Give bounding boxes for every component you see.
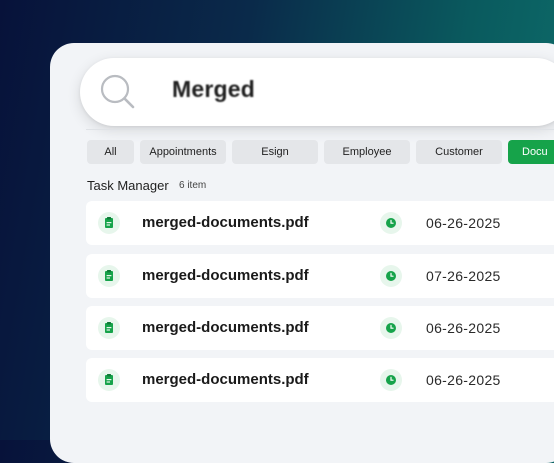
clock-icon (380, 265, 402, 287)
clipboard-file-icon (98, 317, 120, 339)
list-item[interactable]: merged-documents.pdf 07-26-2025 (86, 254, 554, 298)
file-date: 06-26-2025 (426, 320, 501, 336)
clipboard-file-icon (98, 265, 120, 287)
clipboard-file-icon (98, 369, 120, 391)
file-name[interactable]: merged-documents.pdf (142, 371, 309, 388)
clock-icon (380, 212, 402, 234)
file-name[interactable]: merged-documents.pdf (142, 319, 309, 336)
list-item[interactable]: merged-documents.pdf 06-26-2025 (86, 201, 554, 245)
filter-documents[interactable]: Docu (508, 140, 554, 164)
filter-customer[interactable]: Customer (416, 140, 502, 164)
divider (86, 129, 554, 130)
file-name[interactable]: merged-documents.pdf (142, 214, 309, 231)
file-date: 06-26-2025 (426, 215, 501, 231)
clock-icon (380, 317, 402, 339)
search-input[interactable]: Merged (172, 76, 255, 103)
clipboard-file-icon (98, 212, 120, 234)
filter-employee[interactable]: Employee (324, 140, 410, 164)
search-icon[interactable] (98, 72, 138, 112)
section-title: Task Manager (87, 178, 169, 193)
filter-all[interactable]: All (87, 140, 134, 164)
filter-esign[interactable]: Esign (232, 140, 318, 164)
file-date: 07-26-2025 (426, 268, 501, 284)
file-date: 06-26-2025 (426, 372, 501, 388)
search-bar[interactable]: Merged (80, 58, 554, 126)
clock-icon (380, 369, 402, 391)
list-item[interactable]: merged-documents.pdf 06-26-2025 (86, 306, 554, 350)
filter-appointments[interactable]: Appointments (140, 140, 226, 164)
file-name[interactable]: merged-documents.pdf (142, 267, 309, 284)
list-item[interactable]: merged-documents.pdf 06-26-2025 (86, 358, 554, 402)
item-count: 6 item (179, 180, 207, 191)
